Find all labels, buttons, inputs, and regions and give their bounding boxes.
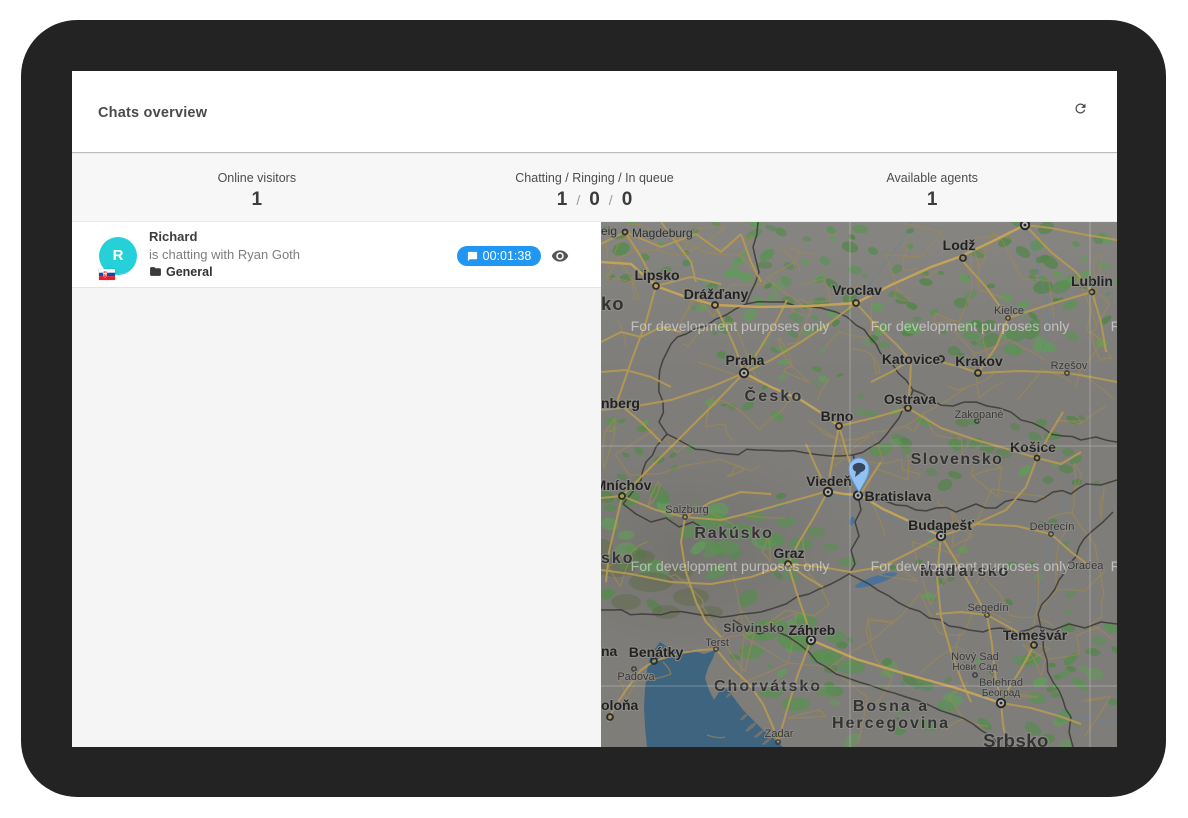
svg-text:Lublin: Lublin (1071, 273, 1113, 289)
svg-text:Benátky: Benátky (629, 644, 684, 660)
svg-text:For development purposes only: For development purposes only (871, 559, 1071, 575)
svg-text:Magdeburg: Magdeburg (632, 226, 693, 240)
svg-text:Oradea: Oradea (1067, 560, 1105, 572)
svg-text:eig: eig (601, 224, 617, 238)
svg-text:Vroclav: Vroclav (832, 282, 882, 298)
svg-text:Београд: Београд (982, 688, 1020, 699)
svg-text:Salzburg: Salzburg (665, 504, 708, 516)
svg-text:Slovensko: Slovensko (911, 451, 1004, 468)
svg-text:Záhreb: Záhreb (789, 622, 836, 638)
svg-text:Kielce: Kielce (994, 305, 1024, 317)
svg-text:Lipsko: Lipsko (634, 267, 679, 283)
svg-text:Drážďany: Drážďany (684, 286, 749, 302)
svg-text:Zakopané: Zakopané (955, 409, 1004, 421)
svg-text:For development purposes only: For development purposes only (1111, 559, 1117, 575)
svg-text:Rzešov: Rzešov (1051, 360, 1088, 372)
svg-text:Krakov: Krakov (955, 353, 1003, 369)
svg-text:Ostrava: Ostrava (884, 391, 936, 407)
svg-text:Katovice: Katovice (882, 351, 941, 367)
svg-text:Debrecín: Debrecín (1030, 521, 1075, 533)
svg-text:na: na (601, 643, 618, 659)
svg-text:sko: sko (601, 550, 635, 567)
svg-text:Нови Сад: Нови Сад (952, 662, 997, 673)
svg-text:Temešvár: Temešvár (1003, 627, 1068, 643)
svg-text:Mníchov: Mníchov (601, 477, 652, 493)
svg-text:Rakúsko: Rakúsko (694, 525, 773, 542)
svg-text:For development purposes only: For development purposes only (631, 319, 831, 335)
svg-text:Lodž: Lodž (943, 237, 976, 253)
svg-text:Segedín: Segedín (968, 602, 1009, 614)
svg-text:ko: ko (601, 293, 625, 314)
svg-text:Srbsko: Srbsko (983, 730, 1049, 747)
svg-text:Viedeň: Viedeň (806, 473, 852, 489)
svg-text:For development purposes only: For development purposes only (1111, 319, 1117, 335)
svg-text:Padova: Padova (617, 671, 655, 683)
svg-text:oloňa: oloňa (601, 697, 639, 713)
svg-text:Praha: Praha (726, 352, 765, 368)
svg-text:Zadar: Zadar (765, 728, 794, 740)
svg-text:nberg: nberg (601, 395, 640, 411)
svg-text:Bratislava: Bratislava (865, 488, 932, 504)
svg-text:Česko: Česko (744, 386, 803, 405)
svg-text:Slovinsko: Slovinsko (723, 621, 784, 635)
svg-text:Brno: Brno (821, 408, 854, 424)
svg-text:Košice: Košice (1010, 439, 1056, 455)
svg-text:Budapešť: Budapešť (908, 517, 974, 533)
svg-text:For development purposes only: For development purposes only (631, 559, 831, 575)
svg-text:Terst: Terst (705, 637, 729, 649)
svg-text:For development purposes only: For development purposes only (871, 319, 1071, 335)
svg-text:Bosna a: Bosna a (853, 698, 929, 715)
